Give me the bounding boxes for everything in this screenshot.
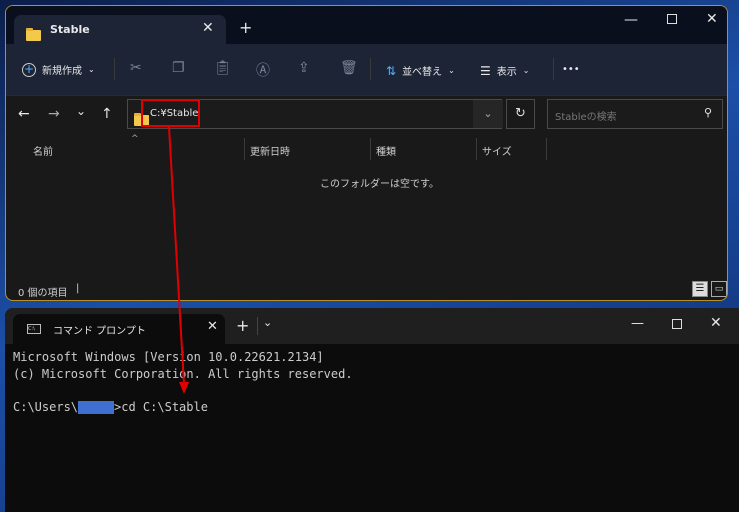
annotation-arrow — [168, 126, 189, 394]
arrow-head — [179, 382, 189, 394]
arrow-line — [168, 126, 185, 385]
